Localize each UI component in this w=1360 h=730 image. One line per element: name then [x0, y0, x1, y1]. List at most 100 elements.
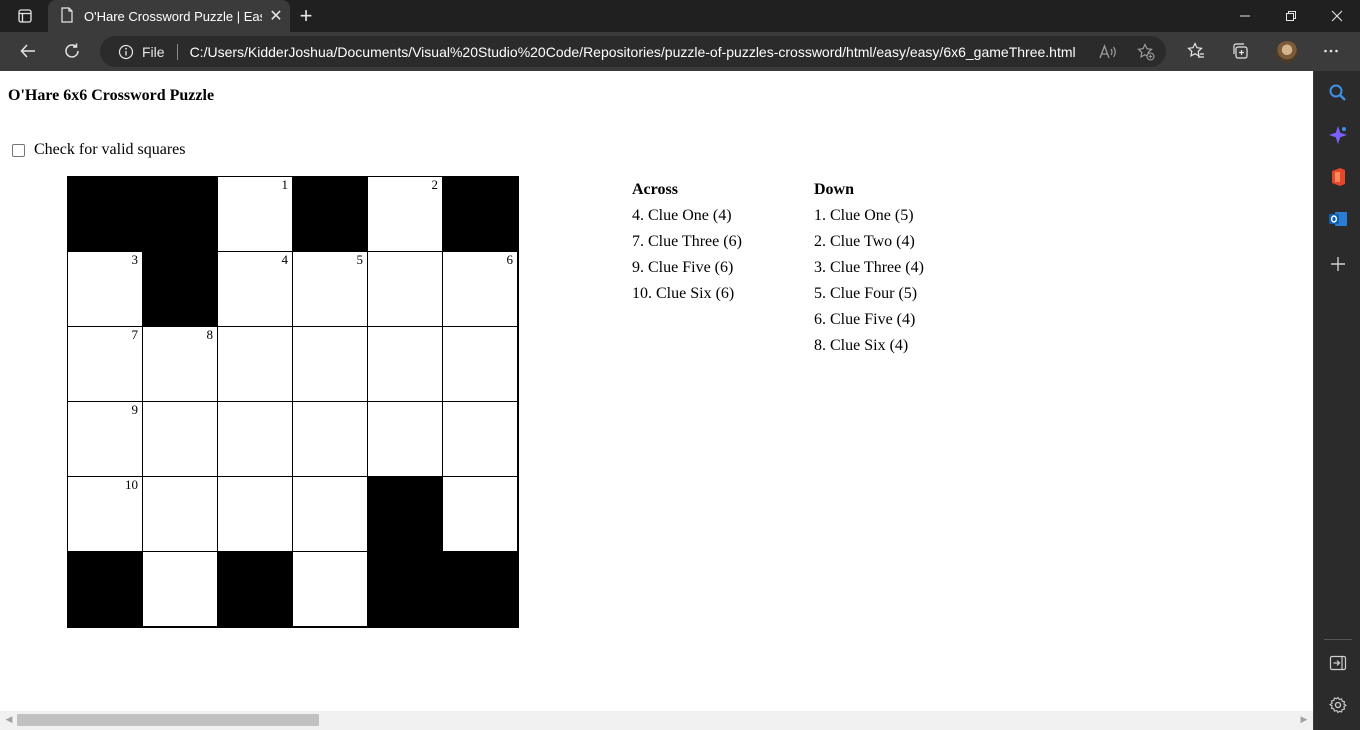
grid-cell[interactable]: [143, 477, 218, 552]
down-clue: 6. Clue Five (4): [814, 311, 916, 328]
clue-number: 2: [431, 177, 439, 192]
grid-cell-blocked: [368, 552, 443, 627]
browser-toolbar: File C:/Users/KidderJoshua/Documents/Vis…: [0, 32, 1360, 71]
profile-avatar[interactable]: [1276, 41, 1298, 63]
grid-cell[interactable]: 9: [68, 402, 143, 477]
page-icon: [60, 6, 74, 26]
outlook-icon[interactable]: [1326, 207, 1350, 231]
url-text[interactable]: C:/Users/KidderJoshua/Documents/Visual%2…: [190, 44, 1076, 60]
tab-title: O'Hare Crossword Puzzle | Easy: [84, 8, 262, 24]
settings-gear-icon[interactable]: [1326, 693, 1350, 717]
across-clues: Across 4. Clue One (4) 7. Clue Three (6)…: [632, 181, 742, 311]
grid-cell[interactable]: [443, 327, 518, 402]
grid-cell[interactable]: [443, 477, 518, 552]
page-content: O'Hare 6x6 Crossword Puzzle Check for va…: [0, 71, 1313, 711]
grid-cell[interactable]: [293, 552, 368, 627]
across-clue: 4. Clue One (4): [632, 207, 732, 224]
read-aloud-icon[interactable]: [1098, 42, 1118, 62]
across-clue: 10. Clue Six (6): [632, 285, 735, 302]
clue-number: 9: [131, 402, 139, 417]
office-icon[interactable]: [1326, 165, 1350, 189]
grid-cell[interactable]: 1: [218, 177, 293, 252]
across-clue: 9. Clue Five (6): [632, 259, 734, 276]
new-tab-icon[interactable]: +: [292, 2, 320, 30]
clue-number: 8: [206, 327, 214, 342]
grid-cell-blocked: [218, 552, 293, 627]
clue-number: 5: [356, 252, 364, 267]
copilot-icon[interactable]: [1326, 123, 1350, 147]
grid-cell[interactable]: 3: [68, 252, 143, 327]
horizontal-scrollbar[interactable]: ◀ ▶: [0, 711, 1313, 730]
tab-actions-icon[interactable]: [2, 0, 48, 32]
valid-squares-checkbox[interactable]: [12, 143, 25, 157]
down-clue: 1. Clue One (5): [814, 207, 914, 224]
clue-number: 7: [131, 327, 139, 342]
grid-cell-blocked: [443, 552, 518, 627]
close-window-icon[interactable]: [1314, 0, 1360, 32]
grid-cell[interactable]: [368, 252, 443, 327]
grid-cell[interactable]: 2: [368, 177, 443, 252]
minimize-icon[interactable]: [1222, 0, 1268, 32]
tab-close-icon[interactable]: ✕: [262, 2, 290, 30]
info-icon[interactable]: [117, 43, 135, 61]
down-heading: Down: [814, 181, 855, 198]
back-arrow-icon[interactable]: [12, 35, 44, 67]
favorites-icon[interactable]: [1180, 35, 1212, 67]
add-favorite-icon[interactable]: [1136, 42, 1156, 62]
tab-bar: O'Hare Crossword Puzzle | Easy ✕ +: [0, 0, 1360, 32]
grid-cell[interactable]: [218, 327, 293, 402]
valid-squares-check[interactable]: Check for valid squares: [10, 141, 186, 159]
valid-squares-label: Check for valid squares: [34, 141, 186, 158]
crossword-grid: 1 2 3 4 5 6 7 8 9 10: [67, 176, 519, 628]
search-icon[interactable]: [1326, 81, 1350, 105]
browser-tab[interactable]: O'Hare Crossword Puzzle | Easy ✕: [48, 0, 290, 32]
grid-cell[interactable]: 5: [293, 252, 368, 327]
grid-cell-blocked: [143, 252, 218, 327]
refresh-icon[interactable]: [56, 35, 88, 67]
collections-icon[interactable]: [1224, 35, 1256, 67]
clue-number: 3: [131, 252, 139, 267]
down-clue: 3. Clue Three (4): [814, 259, 924, 276]
grid-cell[interactable]: 6: [443, 252, 518, 327]
grid-cell[interactable]: [143, 402, 218, 477]
down-clue: 2. Clue Two (4): [814, 233, 915, 250]
more-options-icon[interactable]: [1315, 35, 1347, 67]
sidebar-divider: [1324, 639, 1352, 640]
grid-cell[interactable]: [293, 402, 368, 477]
grid-cell[interactable]: [368, 327, 443, 402]
down-clue: 8. Clue Six (4): [814, 337, 909, 354]
grid-cell[interactable]: [218, 402, 293, 477]
grid-cell-blocked: [68, 177, 143, 252]
address-scheme-label: File: [142, 43, 165, 60]
grid-cell[interactable]: [218, 477, 293, 552]
grid-cell[interactable]: 8: [143, 327, 218, 402]
hide-sidebar-icon[interactable]: [1326, 651, 1350, 675]
restore-icon[interactable]: [1268, 0, 1314, 32]
across-heading: Across: [632, 181, 678, 198]
grid-cell[interactable]: [443, 402, 518, 477]
scrollbar-thumb[interactable]: [17, 714, 319, 726]
clue-number: 6: [506, 252, 514, 267]
grid-cell[interactable]: [368, 402, 443, 477]
grid-cell[interactable]: 10: [68, 477, 143, 552]
grid-cell[interactable]: [293, 327, 368, 402]
grid-cell-blocked: [68, 552, 143, 627]
grid-cell-blocked: [143, 177, 218, 252]
grid-cell-blocked: [368, 477, 443, 552]
clue-number: 4: [281, 252, 289, 267]
scroll-right-icon[interactable]: ▶: [1298, 714, 1310, 726]
scroll-left-icon[interactable]: ◀: [3, 714, 15, 726]
grid-cell[interactable]: [143, 552, 218, 627]
clue-number: 1: [281, 177, 289, 192]
address-bar[interactable]: File C:/Users/KidderJoshua/Documents/Vis…: [100, 36, 1166, 67]
grid-cell-blocked: [443, 177, 518, 252]
page-title: O'Hare 6x6 Crossword Puzzle: [8, 87, 215, 104]
grid-cell[interactable]: 4: [218, 252, 293, 327]
clue-number: 10: [125, 477, 138, 492]
edge-sidebar: [1313, 71, 1360, 730]
down-clues: Down 1. Clue One (5) 2. Clue Two (4) 3. …: [814, 181, 924, 363]
grid-cell[interactable]: [293, 477, 368, 552]
add-sidebar-app-icon[interactable]: [1326, 252, 1350, 276]
address-separator: [176, 43, 178, 60]
grid-cell[interactable]: 7: [68, 327, 143, 402]
